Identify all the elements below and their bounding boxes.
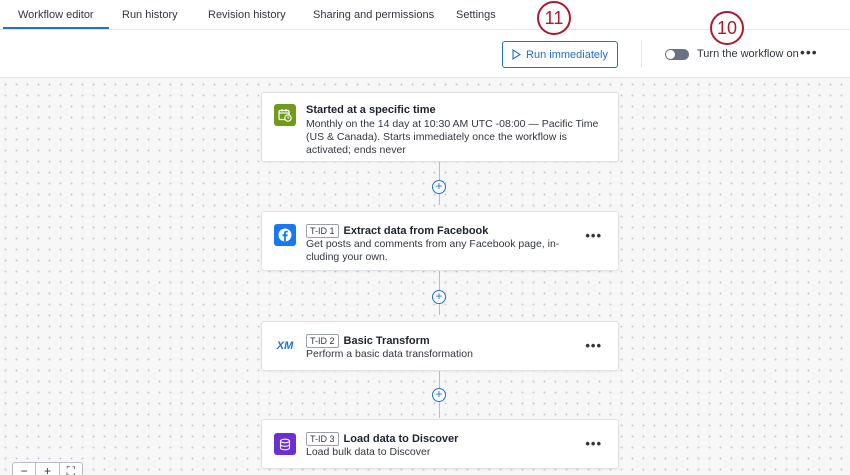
- toolbar-divider: [641, 40, 642, 68]
- task-card-extract-facebook[interactable]: T-ID 1 Extract data from Facebook Get po…: [261, 211, 619, 271]
- workflow-on-label: Turn the workflow on: [697, 48, 799, 60]
- database-icon: [274, 433, 296, 455]
- task-id-badge: T-ID 3: [306, 432, 339, 446]
- task-more-options-icon[interactable]: •••: [585, 228, 602, 243]
- callout-marker: 10: [710, 11, 744, 45]
- xm-icon: XM: [274, 335, 296, 357]
- task-more-options-icon[interactable]: •••: [585, 338, 602, 353]
- task-title: Extract data from Facebook: [343, 225, 489, 237]
- workflow-canvas: + + + Started at a specific time Monthly…: [0, 79, 850, 475]
- workflow-on-toggle[interactable]: [665, 49, 689, 60]
- task-more-options-icon[interactable]: •••: [585, 436, 602, 451]
- add-step-button[interactable]: +: [432, 388, 446, 402]
- facebook-icon: [274, 224, 296, 246]
- run-immediately-button[interactable]: Run immediately: [502, 41, 618, 68]
- task-title-row: T-ID 3 Load data to Discover: [306, 432, 458, 446]
- tab-run-history[interactable]: Run history: [122, 9, 178, 21]
- play-icon: [512, 49, 522, 60]
- task-description: Perform a basic data transformation: [306, 348, 473, 360]
- add-step-button[interactable]: +: [432, 180, 446, 194]
- zoom-in-button[interactable]: +: [36, 463, 60, 475]
- tab-revision-history[interactable]: Revision history: [208, 9, 286, 21]
- trigger-description: Monthly on the 14 day at 10:30 AM UTC -0…: [306, 118, 599, 156]
- add-step-button[interactable]: +: [432, 290, 446, 304]
- task-title: Load data to Discover: [343, 433, 459, 445]
- task-description: Get posts and comments from any Facebook…: [306, 238, 560, 263]
- calendar-clock-icon: [274, 104, 296, 126]
- task-title: Basic Transform: [343, 335, 430, 347]
- zoom-out-button[interactable]: −: [13, 463, 37, 475]
- task-card-load-discover[interactable]: T-ID 3 Load data to Discover Load bulk d…: [261, 419, 619, 469]
- task-id-badge: T-ID 1: [306, 224, 339, 238]
- task-card-basic-transform[interactable]: XM T-ID 2 Basic Transform Perform a basi…: [261, 321, 619, 371]
- tab-settings[interactable]: Settings: [456, 9, 496, 21]
- trigger-card[interactable]: Started at a specific time Monthly on th…: [261, 92, 619, 162]
- fit-to-screen-icon[interactable]: ⛶: [60, 463, 82, 475]
- tab-workflow-editor[interactable]: Workflow editor: [3, 9, 109, 29]
- task-title-row: T-ID 1 Extract data from Facebook: [306, 224, 488, 238]
- task-id-badge: T-ID 2: [306, 334, 339, 348]
- run-immediately-label: Run immediately: [526, 48, 608, 61]
- task-description: Load bulk data to Discover: [306, 446, 431, 458]
- callout-marker: 11: [537, 1, 571, 35]
- zoom-controls: − + ⛶: [12, 462, 83, 475]
- task-title-row: T-ID 2 Basic Transform: [306, 334, 430, 348]
- tab-sharing-and-permissions[interactable]: Sharing and permissions: [313, 9, 434, 21]
- trigger-title: Started at a specific time: [306, 104, 436, 116]
- more-options-icon[interactable]: •••: [800, 44, 818, 60]
